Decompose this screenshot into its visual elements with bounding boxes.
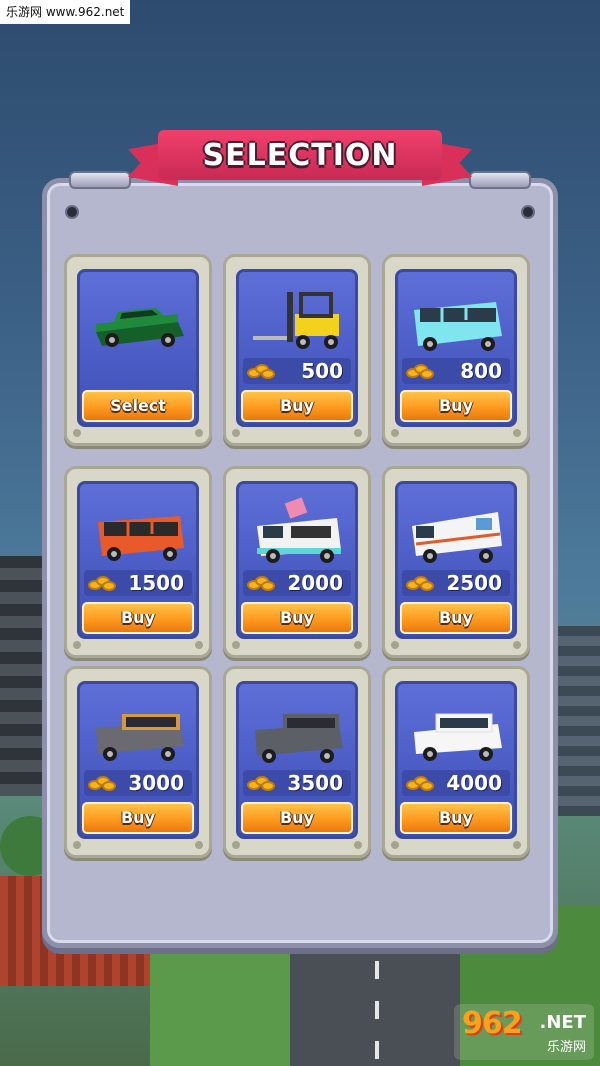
buy-button[interactable]: Buy [400, 602, 512, 634]
card-rivet-icon [73, 841, 81, 849]
card-rivet-icon [354, 641, 362, 649]
card-rivet-icon [391, 429, 399, 437]
buy-button[interactable]: Buy [82, 802, 194, 834]
page-title: SELECTION [158, 130, 442, 180]
price-row: 800 [402, 358, 510, 384]
card-rivet-icon [195, 641, 203, 649]
watermark-logo-number: 962 [462, 1006, 523, 1041]
card-rivet-icon [232, 429, 240, 437]
ice-cream-truck-icon [257, 497, 341, 563]
vehicle-card[interactable]: 2500 Buy [382, 466, 530, 658]
card-rivet-icon [195, 429, 203, 437]
price-row: 1500 [84, 570, 192, 596]
watermark-site-label: 乐游网 www.962.net [0, 0, 131, 24]
coins-icon [406, 361, 436, 381]
buy-button[interactable]: Buy [241, 602, 353, 634]
panel-hinge-icon [69, 171, 131, 189]
card-rivet-icon [232, 841, 240, 849]
price-row: 2500 [402, 570, 510, 596]
coins-icon [247, 361, 277, 381]
road-marking [375, 1001, 379, 1019]
vehicle-card[interactable]: 2000 Buy [223, 466, 371, 658]
bolt-icon [521, 205, 535, 219]
vehicle-display: 3500 Buy [236, 681, 358, 839]
vehicle-price: 1500 [128, 571, 184, 595]
buy-button[interactable]: Buy [241, 802, 353, 834]
cyan-van-icon [414, 302, 502, 351]
card-rivet-icon [73, 429, 81, 437]
vehicle-display: 2000 Buy [236, 481, 358, 639]
coins-icon [88, 773, 118, 793]
vehicle-card[interactable]: Select [64, 254, 212, 446]
green-sedan-icon [96, 308, 184, 347]
grass-patch [150, 946, 290, 1066]
coins-icon [406, 573, 436, 593]
vehicle-card[interactable]: 3500 Buy [223, 666, 371, 858]
card-rivet-icon [195, 841, 203, 849]
card-rivet-icon [391, 841, 399, 849]
vintage-wagon-icon [96, 714, 184, 761]
buy-button[interactable]: Buy [82, 602, 194, 634]
title-banner: SELECTION [128, 130, 472, 186]
price-row: 2000 [243, 570, 351, 596]
vehicle-card[interactable]: 1500 Buy [64, 466, 212, 658]
buy-button[interactable]: Buy [400, 390, 512, 422]
vehicle-card[interactable]: 4000 Buy [382, 666, 530, 858]
vehicle-card[interactable]: 3000 Buy [64, 666, 212, 858]
white-suv-icon [414, 713, 502, 761]
card-rivet-icon [513, 841, 521, 849]
vehicle-display: Select [77, 269, 199, 427]
coins-icon [247, 573, 277, 593]
vehicle-price: 2000 [287, 571, 343, 595]
card-rivet-icon [513, 429, 521, 437]
card-rivet-icon [391, 641, 399, 649]
vehicle-display: 1500 Buy [77, 481, 199, 639]
vehicle-display: 800 Buy [395, 269, 517, 427]
coins-icon [406, 773, 436, 793]
road-marking [375, 961, 379, 979]
vehicle-display: 500 Buy [236, 269, 358, 427]
vehicle-price: 2500 [446, 571, 502, 595]
card-rivet-icon [73, 641, 81, 649]
watermark-logo-suffix: .NET [539, 1012, 586, 1033]
gray-jeep-icon [255, 714, 343, 763]
price-row: 3500 [243, 770, 351, 796]
buy-button[interactable]: Buy [400, 802, 512, 834]
panel-hinge-icon [469, 171, 531, 189]
vehicle-display: 2500 Buy [395, 481, 517, 639]
road-marking [375, 1041, 379, 1059]
vehicle-display: 4000 Buy [395, 681, 517, 839]
orange-van-icon [98, 516, 184, 561]
coins-icon [88, 573, 118, 593]
watermark-logo: 962 .NET 乐游网 [454, 1004, 594, 1060]
building-left [0, 556, 45, 796]
vehicle-card[interactable]: 800 Buy [382, 254, 530, 446]
vehicle-price: 500 [301, 359, 343, 383]
card-rivet-icon [354, 841, 362, 849]
price-row: 4000 [402, 770, 510, 796]
card-rivet-icon [232, 641, 240, 649]
vehicle-card[interactable]: 500 Buy [223, 254, 371, 446]
price-row: 3000 [84, 770, 192, 796]
vehicle-price: 3500 [287, 771, 343, 795]
price-row: 500 [243, 358, 351, 384]
select-button[interactable]: Select [82, 390, 194, 422]
vehicle-display: 3000 Buy [77, 681, 199, 839]
white-delivery-truck-icon [412, 512, 502, 563]
card-rivet-icon [354, 429, 362, 437]
watermark-logo-cn: 乐游网 [546, 1040, 586, 1055]
coins-icon [247, 773, 277, 793]
vehicle-price: 3000 [128, 771, 184, 795]
bolt-icon [65, 205, 79, 219]
vehicle-price: 800 [460, 359, 502, 383]
vehicle-price: 4000 [446, 771, 502, 795]
road [290, 951, 460, 1066]
building-right [555, 626, 600, 816]
card-rivet-icon [513, 641, 521, 649]
buy-button[interactable]: Buy [241, 390, 353, 422]
yellow-forklift-icon [253, 292, 339, 349]
